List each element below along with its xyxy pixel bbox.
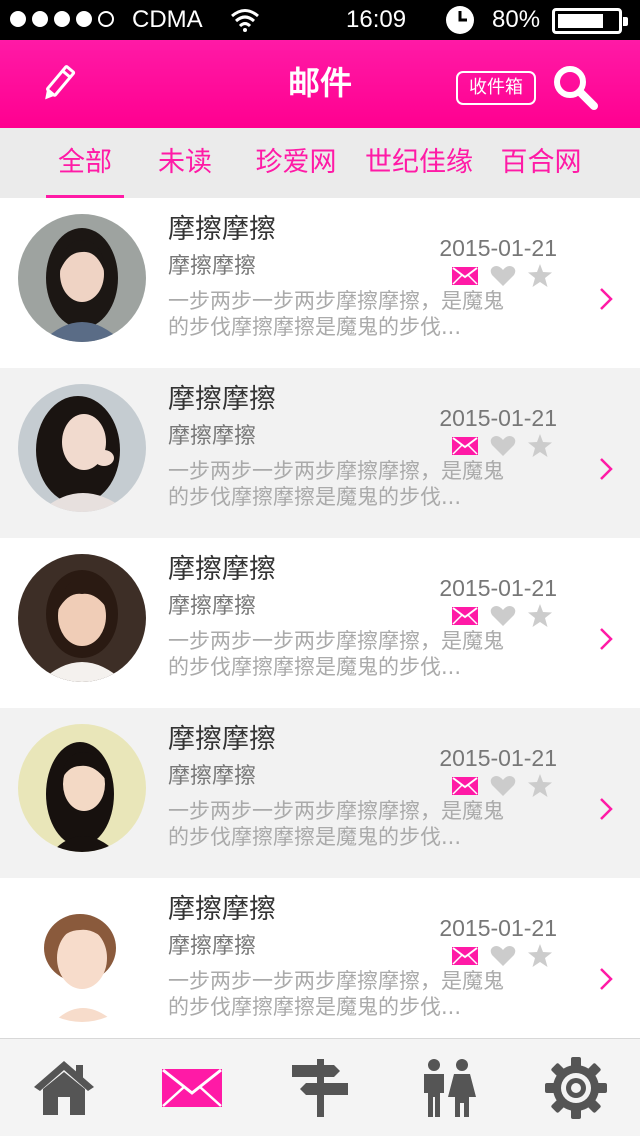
status-bar: CDMA 16:09 80% (0, 0, 640, 40)
star-icon[interactable] (528, 774, 552, 797)
envelope-icon (452, 436, 478, 455)
mail-date: 2015-01-21 (439, 405, 557, 431)
search-icon[interactable] (552, 64, 598, 110)
mail-date: 2015-01-21 (439, 745, 557, 771)
mail-date: 2015-01-21 (439, 915, 557, 941)
alarm-clock-icon (446, 6, 474, 34)
mail-status-icons (452, 774, 552, 797)
mail-list: 摩擦摩擦 摩擦摩擦 2015-01-21 一步两步一步两步摩擦摩擦，是魔鬼 的步伐… (0, 198, 640, 1048)
battery-icon (552, 8, 628, 34)
page-title: 邮件 (287, 64, 352, 102)
mail-status-icons (452, 264, 552, 287)
mail-date: 2015-01-21 (439, 575, 557, 601)
mail-status-icons (452, 944, 552, 967)
mail-item[interactable]: 摩擦摩擦 摩擦摩擦 2015-01-21 一步两步一步两步摩擦摩擦，是魔鬼 的步伐… (0, 708, 640, 878)
mail-preview: 一步两步一步两步摩擦摩擦，是魔鬼 的步伐摩擦摩擦是魔鬼的步伐... (168, 459, 504, 509)
heart-icon[interactable] (490, 435, 516, 457)
star-icon[interactable] (528, 264, 552, 287)
mail-subject: 摩擦摩擦 (168, 934, 257, 959)
couple-icon[interactable] (416, 1057, 480, 1119)
filter-tabs: 全部 未读 珍爱网 世纪佳缘 百合网 (0, 128, 640, 198)
mail-item[interactable]: 摩擦摩擦 摩擦摩擦 2015-01-21 一步两步一步两步摩擦摩擦，是魔鬼 的步伐… (0, 878, 640, 1048)
envelope-icon (452, 266, 478, 285)
mail-status-icons (452, 604, 552, 627)
heart-icon[interactable] (490, 265, 516, 287)
avatar (18, 724, 146, 852)
wifi-icon (231, 9, 259, 32)
tab-baihe[interactable]: 百合网 (494, 128, 588, 198)
chevron-right-icon (600, 288, 613, 310)
mail-item[interactable]: 摩擦摩擦 摩擦摩擦 2015-01-21 一步两步一步两步摩擦摩擦，是魔鬼 的步伐… (0, 368, 640, 538)
sender-name: 摩擦摩擦 (168, 554, 276, 585)
carrier-label: CDMA (132, 6, 203, 33)
chevron-right-icon (600, 968, 613, 990)
sender-name: 摩擦摩擦 (168, 724, 276, 755)
avatar (18, 384, 146, 512)
avatar (18, 214, 146, 342)
envelope-icon (452, 776, 478, 795)
tab-zhenai[interactable]: 珍爱网 (250, 128, 342, 198)
app-header: 邮件 收件箱 (0, 40, 640, 128)
tab-all[interactable]: 全部 (46, 128, 124, 198)
mail-preview: 一步两步一步两步摩擦摩擦，是魔鬼 的步伐摩擦摩擦是魔鬼的步伐... (168, 969, 504, 1019)
envelope-icon (452, 606, 478, 625)
sender-name: 摩擦摩擦 (168, 384, 276, 415)
star-icon[interactable] (528, 604, 552, 627)
signpost-icon[interactable] (288, 1057, 352, 1119)
pencil-icon[interactable] (36, 62, 80, 106)
mail-status-icons (452, 434, 552, 457)
clock: 16:09 (346, 6, 407, 33)
bottom-nav (0, 1038, 640, 1136)
signal-strength-icon (10, 11, 114, 27)
battery-percent: 80% (492, 6, 541, 33)
mail-date: 2015-01-21 (439, 235, 557, 261)
sender-name: 摩擦摩擦 (168, 214, 276, 245)
mail-item[interactable]: 摩擦摩擦 摩擦摩擦 2015-01-21 一步两步一步两步摩擦摩擦，是魔鬼 的步伐… (0, 538, 640, 708)
mail-subject: 摩擦摩擦 (168, 764, 257, 789)
sender-name: 摩擦摩擦 (168, 894, 276, 925)
mail-subject: 摩擦摩擦 (168, 254, 257, 279)
gear-icon[interactable] (544, 1057, 608, 1119)
mail-icon[interactable] (160, 1057, 224, 1119)
chevron-right-icon (600, 628, 613, 650)
envelope-icon (452, 946, 478, 965)
avatar (18, 894, 146, 1022)
tab-unread[interactable]: 未读 (148, 128, 222, 198)
inbox-button[interactable]: 收件箱 (456, 71, 536, 105)
tab-jiayuan[interactable]: 世纪佳缘 (360, 128, 478, 198)
mail-subject: 摩擦摩擦 (168, 594, 257, 619)
mail-preview: 一步两步一步两步摩擦摩擦，是魔鬼 的步伐摩擦摩擦是魔鬼的步伐... (168, 289, 504, 339)
mail-preview: 一步两步一步两步摩擦摩擦，是魔鬼 的步伐摩擦摩擦是魔鬼的步伐... (168, 799, 504, 849)
avatar (18, 554, 146, 682)
heart-icon[interactable] (490, 945, 516, 967)
star-icon[interactable] (528, 944, 552, 967)
mail-item[interactable]: 摩擦摩擦 摩擦摩擦 2015-01-21 一步两步一步两步摩擦摩擦，是魔鬼 的步伐… (0, 198, 640, 368)
star-icon[interactable] (528, 434, 552, 457)
heart-icon[interactable] (490, 775, 516, 797)
mail-subject: 摩擦摩擦 (168, 424, 257, 449)
mail-preview: 一步两步一步两步摩擦摩擦，是魔鬼 的步伐摩擦摩擦是魔鬼的步伐... (168, 629, 504, 679)
chevron-right-icon (600, 458, 613, 480)
chevron-right-icon (600, 798, 613, 820)
home-icon[interactable] (32, 1057, 96, 1119)
heart-icon[interactable] (490, 605, 516, 627)
